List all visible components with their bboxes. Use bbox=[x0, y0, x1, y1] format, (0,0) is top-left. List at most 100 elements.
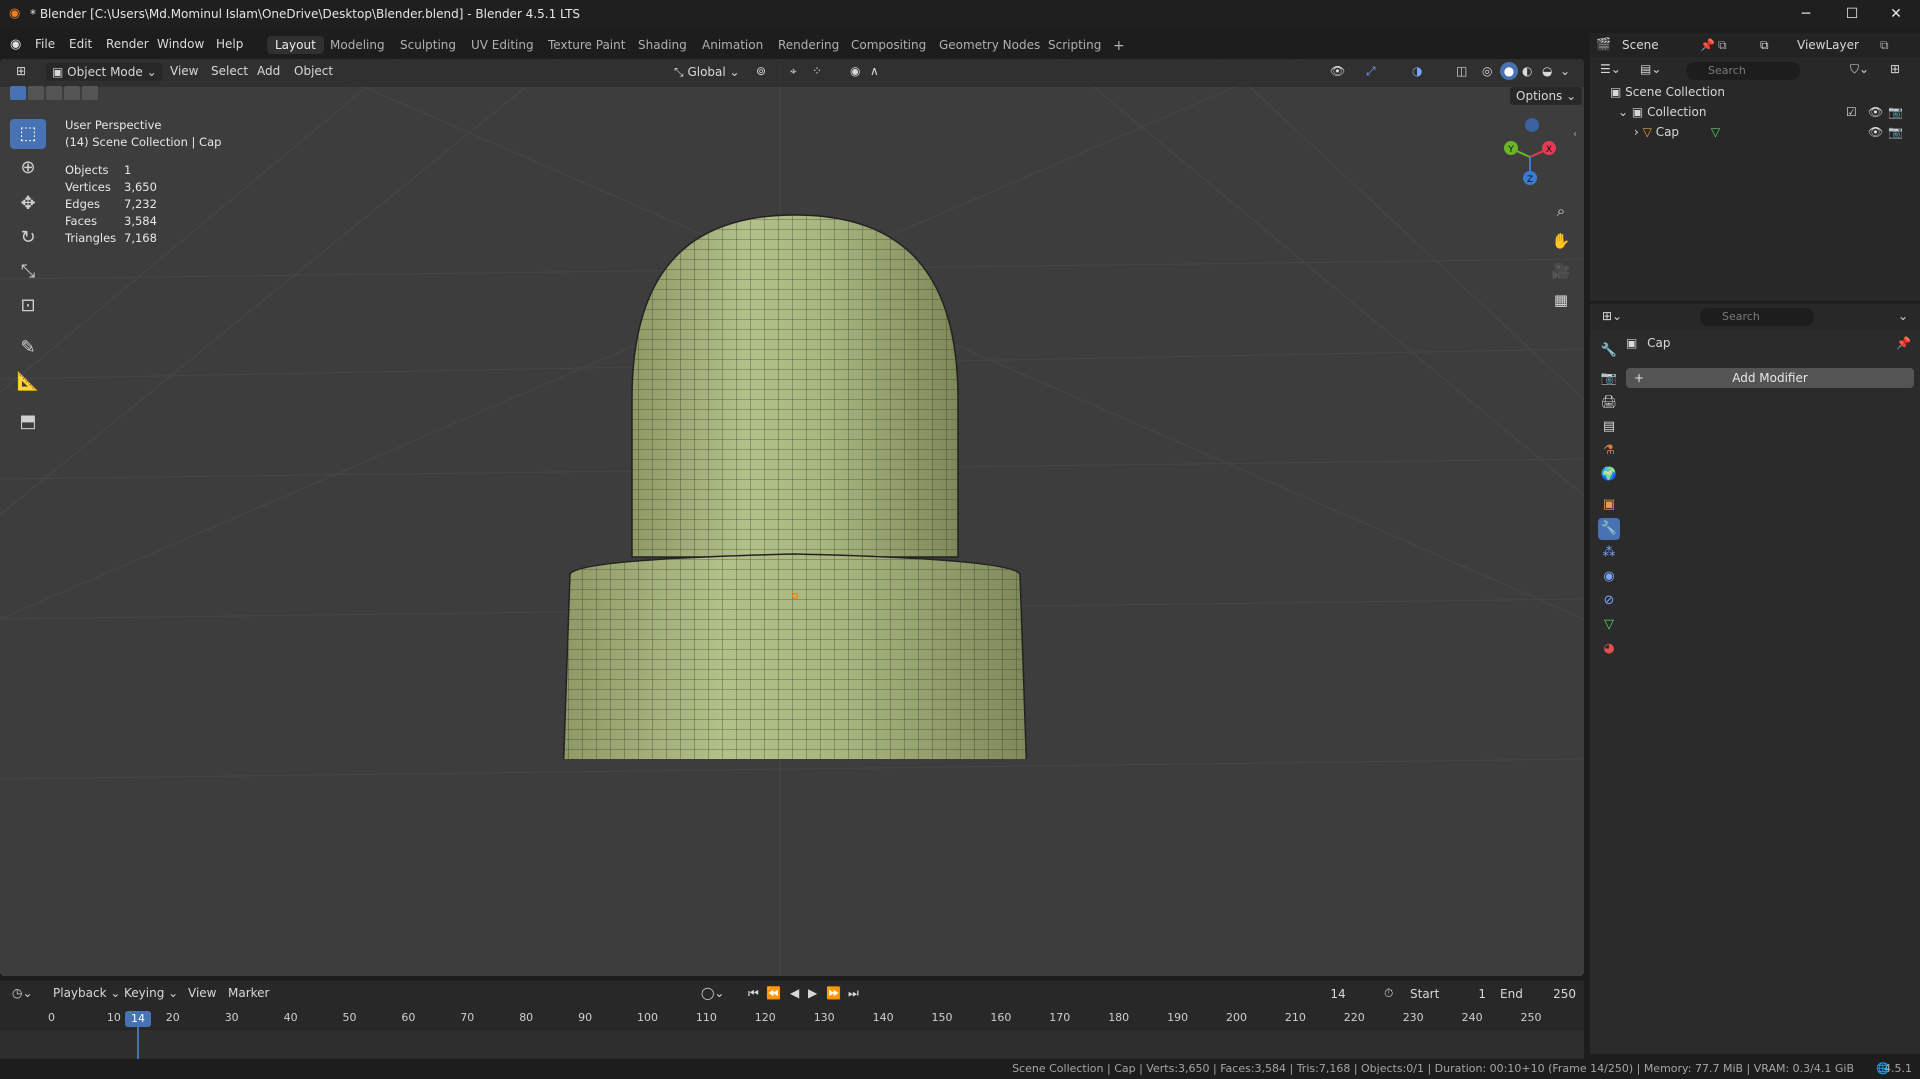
menu-view[interactable]: View bbox=[170, 64, 198, 78]
view-type-icon[interactable]: ▤⌄ bbox=[1640, 62, 1661, 76]
wireframe-shading-icon[interactable]: ◎ bbox=[1482, 64, 1492, 78]
editor-type-icon[interactable]: ◷⌄ bbox=[12, 986, 33, 1000]
cursor-tool-icon[interactable]: ⊕ bbox=[10, 153, 46, 183]
editor-type-icon[interactable]: ⊞ bbox=[16, 64, 26, 78]
timeline-ruler[interactable]: 0 10 20 30 40 50 60 70 80 90 100 110 120 130 140 150 160… bbox=[0, 1009, 1584, 1029]
sidebar-toggle-icon[interactable]: ‹ bbox=[1573, 129, 1577, 140]
next-keyframe-icon[interactable]: ⏩ bbox=[826, 986, 841, 1000]
eye-icon[interactable]: 👁 bbox=[1868, 105, 1883, 119]
playhead-label[interactable]: 14 bbox=[125, 1011, 151, 1027]
add-workspace-button[interactable]: + bbox=[1105, 36, 1133, 56]
visibility-icon[interactable]: 👁 bbox=[1330, 64, 1345, 78]
current-frame-field[interactable]: 14 bbox=[1302, 985, 1374, 1003]
transform-orientation-dropdown[interactable]: ⤡ Global ⌄ bbox=[668, 63, 746, 81]
mode-dropdown[interactable]: ▣ Object Mode ⌄ bbox=[46, 63, 163, 81]
add-modifier-button[interactable]: + Add Modifier bbox=[1626, 368, 1914, 388]
pin-icon[interactable]: 📌 bbox=[1896, 336, 1911, 350]
select-extend-icon[interactable] bbox=[28, 86, 44, 100]
display-mode-icon[interactable]: ☰⌄ bbox=[1600, 62, 1621, 76]
expand-icon[interactable]: ⌄ bbox=[1618, 105, 1628, 119]
tab-compositing[interactable]: Compositing bbox=[843, 36, 934, 54]
add-cube-tool-icon[interactable]: ⬒ bbox=[10, 407, 46, 437]
menu-select[interactable]: Select bbox=[211, 64, 248, 78]
play-icon[interactable]: ▶ bbox=[808, 986, 817, 1000]
rotate-tool-icon[interactable]: ↻ bbox=[10, 223, 46, 253]
tool-tab-icon[interactable]: 🔧 bbox=[1598, 340, 1620, 362]
filter-icon[interactable]: ⛉⌄ bbox=[1850, 62, 1869, 77]
scene-name[interactable]: Scene bbox=[1622, 38, 1659, 52]
zoom-icon[interactable]: ⌕ bbox=[1548, 198, 1574, 224]
pan-hand-icon[interactable]: ✋ bbox=[1548, 228, 1574, 254]
cap-mesh[interactable] bbox=[540, 199, 1060, 759]
rendered-shading-icon[interactable]: ◒ bbox=[1542, 64, 1552, 78]
data-tab-icon[interactable]: ▽ bbox=[1598, 614, 1620, 636]
menu-file[interactable]: File bbox=[35, 37, 55, 51]
particles-tab-icon[interactable]: ⁂ bbox=[1598, 542, 1620, 564]
menu-object[interactable]: Object bbox=[294, 64, 333, 78]
world-tab-icon[interactable]: 🌍 bbox=[1598, 464, 1620, 486]
tab-animation[interactable]: Animation bbox=[694, 36, 771, 54]
annotate-tool-icon[interactable]: ✎ bbox=[10, 333, 46, 363]
minimize-button[interactable]: ─ bbox=[1786, 4, 1826, 24]
select-subtract-icon[interactable] bbox=[46, 86, 62, 100]
blender-menu-icon[interactable]: ◉ bbox=[10, 37, 21, 52]
camera-icon[interactable]: 📷 bbox=[1888, 105, 1903, 119]
select-invert-icon[interactable] bbox=[64, 86, 80, 100]
select-intersect-icon[interactable] bbox=[82, 86, 98, 100]
menu-window[interactable]: Window bbox=[157, 37, 204, 51]
keyframe-track[interactable] bbox=[0, 1029, 1584, 1058]
snap-target-icon[interactable]: ⁘ bbox=[812, 64, 822, 78]
move-tool-icon[interactable]: ✥ bbox=[10, 189, 46, 219]
gizmo-toggle-icon[interactable]: ⤢ bbox=[1366, 64, 1376, 79]
checkbox-icon[interactable]: ☑ bbox=[1846, 105, 1857, 119]
tab-scripting[interactable]: Scripting bbox=[1040, 36, 1109, 54]
object-tab-icon[interactable]: ▣ bbox=[1598, 494, 1620, 516]
new-collection-icon[interactable]: ⊞ bbox=[1890, 62, 1900, 76]
material-shading-icon[interactable]: ◐ bbox=[1522, 64, 1532, 78]
menu-view[interactable]: View bbox=[188, 986, 216, 1000]
overlay-toggle-icon[interactable]: ◑ bbox=[1412, 64, 1422, 78]
transform-tool-icon[interactable]: ⊡ bbox=[10, 291, 46, 321]
navigation-gizmo[interactable]: X Y Z bbox=[1490, 115, 1570, 195]
scale-tool-icon[interactable]: ⤡ bbox=[10, 257, 46, 287]
tab-uv-editing[interactable]: UV Editing bbox=[463, 36, 542, 54]
proportional-edit-icon[interactable]: ◉ bbox=[850, 64, 860, 78]
view-layer-tab-icon[interactable]: ▤ bbox=[1598, 416, 1620, 438]
view-layer-name[interactable]: ViewLayer bbox=[1797, 38, 1859, 52]
options-chevron-icon[interactable]: ⌄ bbox=[1898, 309, 1908, 323]
outliner-row-scene-collection[interactable]: ▣ Scene Collection bbox=[1610, 85, 1725, 99]
menu-render[interactable]: Render bbox=[106, 37, 149, 51]
menu-playback[interactable]: Playback ⌄ bbox=[53, 986, 120, 1000]
stopwatch-icon[interactable]: ⏱ bbox=[1384, 986, 1393, 1001]
outliner-row-collection[interactable]: ⌄ ▣ Collection ☑ 👁 📷 bbox=[1618, 105, 1918, 119]
play-reverse-icon[interactable]: ◀ bbox=[790, 986, 799, 1000]
prev-keyframe-icon[interactable]: ⏪ bbox=[766, 986, 781, 1000]
constraints-tab-icon[interactable]: ⊘ bbox=[1598, 590, 1620, 612]
outliner-search-input[interactable]: Search bbox=[1686, 62, 1800, 80]
start-frame-field[interactable]: Start 1 bbox=[1404, 985, 1492, 1003]
playhead-line[interactable] bbox=[137, 1027, 139, 1059]
render-tab-icon[interactable]: 📷 bbox=[1598, 368, 1620, 390]
tab-layout[interactable]: Layout bbox=[267, 36, 324, 54]
solid-shading-icon[interactable]: ● bbox=[1500, 62, 1518, 80]
end-frame-field[interactable]: End 250 bbox=[1494, 985, 1582, 1003]
select-new-icon[interactable] bbox=[10, 86, 26, 100]
menu-marker[interactable]: Marker bbox=[228, 986, 269, 1000]
tab-sculpting[interactable]: Sculpting bbox=[392, 36, 464, 54]
material-tab-icon[interactable]: ◕ bbox=[1598, 638, 1620, 660]
expand-icon[interactable]: › bbox=[1634, 125, 1639, 139]
shading-options-icon[interactable]: ⌄ bbox=[1560, 64, 1570, 78]
editor-type-icon[interactable]: ⊞⌄ bbox=[1602, 309, 1622, 323]
eye-icon[interactable]: 👁 bbox=[1868, 125, 1883, 139]
new-scene-icon[interactable]: ⧉ bbox=[1718, 38, 1727, 53]
3d-viewport[interactable]: ⊞ ▣ Object Mode ⌄ View Select Add Object… bbox=[0, 59, 1584, 976]
menu-add[interactable]: Add bbox=[257, 64, 280, 78]
jump-end-icon[interactable]: ⏭ bbox=[848, 986, 859, 1001]
tab-shading[interactable]: Shading bbox=[630, 36, 695, 54]
menu-edit[interactable]: Edit bbox=[69, 37, 92, 51]
camera-view-icon[interactable]: 🎥 bbox=[1548, 258, 1574, 284]
options-dropdown[interactable]: Options ⌄ bbox=[1510, 87, 1583, 105]
maximize-button[interactable]: ☐ bbox=[1832, 4, 1872, 24]
falloff-icon[interactable]: ∧ bbox=[870, 64, 879, 78]
tab-modeling[interactable]: Modeling bbox=[322, 36, 393, 54]
